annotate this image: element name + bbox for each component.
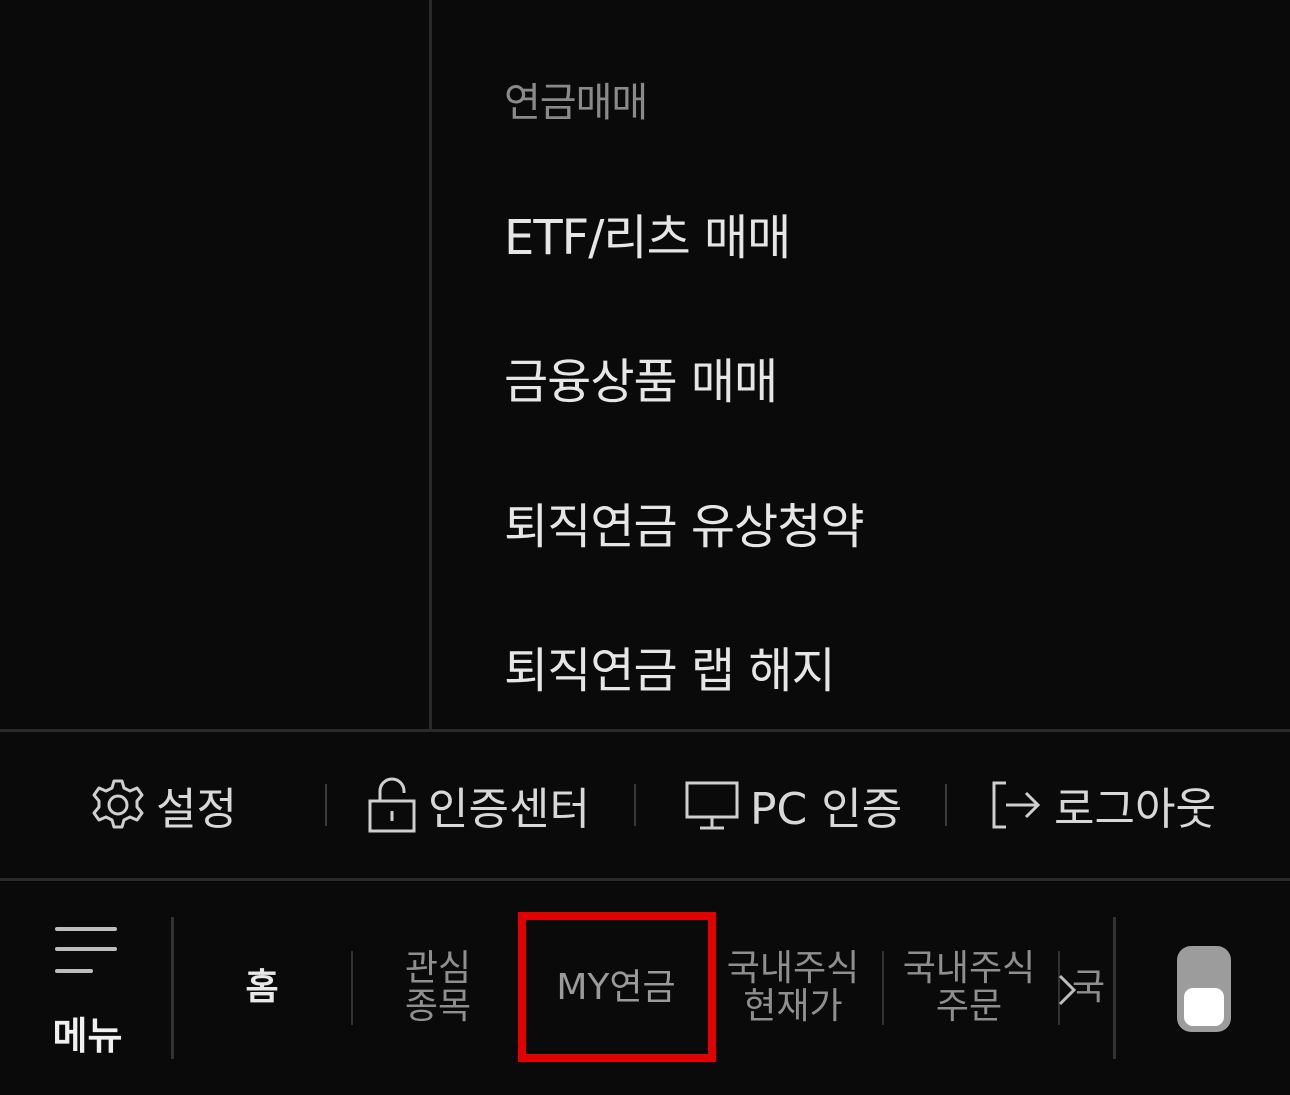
tab-separator <box>882 951 884 1025</box>
menu-item-retirement-wrap-cancel[interactable]: 퇴직연금 랩 해지 <box>504 631 836 701</box>
pc-auth-button[interactable]: PC 인증 <box>684 772 902 838</box>
logout-label: 로그아웃 <box>1054 784 1216 835</box>
utility-separator <box>634 784 636 826</box>
hamburger-icon <box>55 927 117 931</box>
tab-my-pension[interactable]: MY연금 <box>530 943 702 1033</box>
settings-button[interactable]: 설정 <box>90 772 237 838</box>
left-panel <box>0 0 429 729</box>
utility-row: 설정 인증센터 PC 인증 로그아웃 <box>0 732 1290 878</box>
tab-domestic-stock-price-label: 국내주식 현재가 <box>726 948 860 1027</box>
hamburger-icon-line <box>55 947 117 951</box>
toggle-widget[interactable] <box>1177 946 1231 1032</box>
section-title-pension-trading: 연금매매 <box>504 80 648 126</box>
utility-separator <box>325 784 327 826</box>
monitor-icon <box>685 781 739 830</box>
menu-item-financial-products-trading[interactable]: 금융상품 매매 <box>504 342 778 412</box>
pc-auth-label: PC 인증 <box>750 784 903 835</box>
menu-item-etf-reits-trading[interactable]: ETF/리츠 매매 <box>504 198 791 268</box>
tab-domestic-stock-order[interactable]: 국내주식 주문 <box>896 943 1042 1033</box>
logout-button[interactable]: 로그아웃 <box>988 772 1216 838</box>
tab-domestic-stock-price[interactable]: 국내주식 현재가 <box>720 943 866 1033</box>
tab-separator <box>171 917 174 1059</box>
tab-watchlist-label: 관심 종목 <box>404 948 472 1027</box>
screen: 연금매매 ETF/리츠 매매 금융상품 매매 퇴직연금 유상청약 퇴직연금 랩 … <box>0 0 1290 1095</box>
chevron-right-icon[interactable] <box>1056 973 1078 1007</box>
submenu-list: 연금매매 ETF/리츠 매매 금융상품 매매 퇴직연금 유상청약 퇴직연금 랩 … <box>432 0 1290 729</box>
gear-icon <box>92 779 144 829</box>
tab-separator <box>351 951 353 1025</box>
menu-item-retirement-rights-offering[interactable]: 퇴직연금 유상청약 <box>504 487 865 557</box>
tab-home-label: 홈 <box>245 967 279 1008</box>
logout-icon <box>992 781 1041 829</box>
tab-domestic-partial[interactable]: 국 <box>1072 943 1116 1033</box>
menu-label: 메뉴 <box>52 1014 123 1058</box>
tab-watchlist[interactable]: 관심 종목 <box>368 943 508 1033</box>
tab-my-pension-label: MY연금 <box>556 967 676 1008</box>
tab-domestic-stock-order-label: 국내주식 주문 <box>902 948 1036 1027</box>
settings-label: 설정 <box>156 784 237 835</box>
tab-separator <box>1113 917 1116 1059</box>
utility-separator <box>945 784 947 826</box>
menu-button[interactable]: 메뉴 <box>40 921 140 1061</box>
auth-center-button[interactable]: 인증센터 <box>366 772 590 838</box>
lock-icon <box>368 777 416 833</box>
hamburger-icon-line <box>55 969 93 973</box>
bottom-tab-bar: 메뉴 홈 관심 종목 MY연금 국내주식 현재가 국내주식 주문 국 <box>0 881 1290 1095</box>
tab-home[interactable]: 홈 <box>192 943 332 1033</box>
toggle-knob <box>1184 988 1224 1026</box>
auth-center-label: 인증센터 <box>428 784 590 835</box>
